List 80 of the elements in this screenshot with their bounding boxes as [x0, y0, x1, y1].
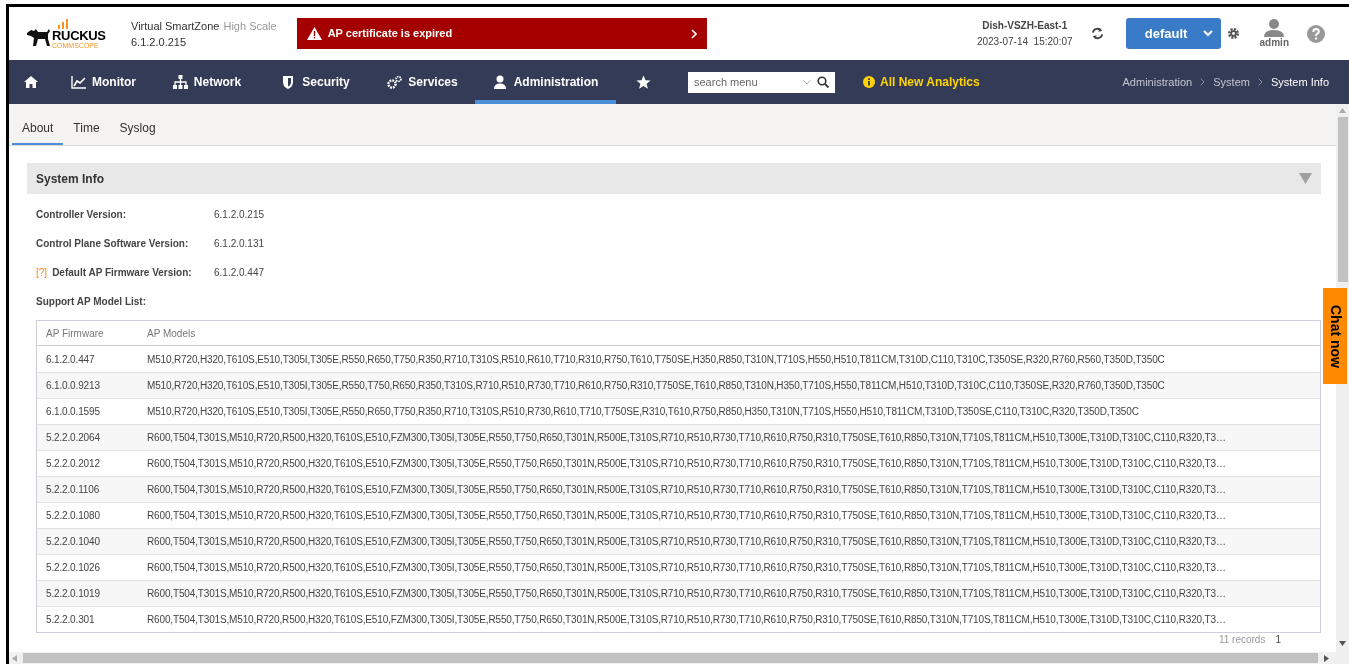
table-cell-text: 6.1.0.0.1595: [45, 405, 101, 419]
table-cell-text: R600,T504,T301S,M510,R720,R500,H320,T610S,E510,FZM300,T305I,T305E,R550,T750,R650,T301N,R500E,T310S,R710,R510,R730,T710,R610,R750,R310,T750SE,T610,R850,T310N,T710S,T811CM,H510,T300E,T310D,T310C,C110,R320,T3…: [146, 431, 1227, 445]
tab[interactable]: Time: [63, 119, 110, 145]
table-cell-text: R600,T504,T301S,M510,R720,R500,H320,T610S,E510,FZM300,T305I,T305E,R550,T750,R650,T301N,R500E,T310S,R710,R510,R730,T710,R610,R750,R310,T750SE,T610,R850,T310N,T710S,T811CM,H510,T300E,T310D,T310C,C110,R320,T3…: [146, 561, 1227, 575]
info-icon: [863, 76, 875, 88]
table-cell-text: R600,T504,T301S,M510,R720,R500,H320,T610S,E510,FZM300,T305I,T305E,R550,T750,R650,T301N,R500E,T310S,R710,R510,R730,T710,R610,R750,R310,T750SE,T610,R850,T310N,T710S,T811CM,H510,T300E,T310D,T310C,C110,R320,T3…: [146, 535, 1227, 549]
table-cell-text: 5.2.2.0.1040: [45, 535, 101, 549]
section-label: Support AP Model List:: [36, 295, 147, 309]
table-cell-text: 5.2.2.0.1019: [45, 587, 101, 601]
field-label: Default AP Firmware Version:: [52, 266, 192, 280]
column-header[interactable]: AP Models: [138, 325, 1320, 341]
chevron-down-icon: [803, 79, 811, 85]
user-icon[interactable]: [1264, 18, 1285, 37]
nav-tab[interactable]: Services: [370, 60, 475, 104]
user-icon: [492, 75, 508, 89]
domain-dropdown[interactable]: default: [1125, 18, 1221, 49]
chevron-right-icon: [1200, 78, 1206, 86]
nav-tab[interactable]: Monitor: [54, 60, 153, 104]
help-icon[interactable]: [1307, 24, 1325, 43]
nav-tab[interactable]: Network: [153, 60, 261, 104]
product-version: 6.1.2.0.215: [131, 34, 188, 50]
product-edition: High Scale: [223, 18, 277, 34]
chevron-right-icon: [1257, 78, 1263, 86]
table-cell-text: 5.2.2.0.1080: [45, 509, 101, 523]
field-label: Controller Version:: [36, 208, 126, 222]
search-field[interactable]: search menu: [688, 71, 835, 93]
table-cell-text: M510,R720,H320,T610S,E510,T305I,T305E,R550,T750,R650,R350,T310S,R710,R510,R730,T710,R610,R750,R310,T750SE,T610,R850,T310N,H350,T710S,H550,T811CM,H510,T310D,T310C,C110,T350SE,R320,R760,T350D,T350C: [146, 379, 1166, 393]
hierarchy-icon: [172, 75, 188, 89]
table-cell-text: 5.2.2.0.301: [45, 613, 96, 627]
column-header[interactable]: AP Firmware: [37, 325, 138, 341]
table-cell-text: R600,T504,T301S,M510,R720,R500,H320,T610S,E510,FZM300,T305I,T305E,R550,T750,R650,T301N,R500E,T310S,R710,R510,R730,T710,R610,R750,R310,T750SE,T610,R850,T310N,T710S,T811CM,H510,T300E,T310D,T310C,C110,R320,T3…: [146, 457, 1227, 471]
table-cell-text: 5.2.2.0.2064: [45, 431, 101, 445]
settings-icon[interactable]: [1226, 27, 1240, 40]
table-cell-text: 6.1.0.0.9213: [45, 379, 101, 393]
chevron-down-icon: [1202, 30, 1213, 37]
table-cell-text: R600,T504,T301S,M510,R720,R500,H320,T610S,E510,FZM300,T305I,T305E,R550,T750,R650,T301N,R500E,T310S,R710,R510,R730,T710,R610,R750,R310,T750SE,T610,R850,T310N,T710S,T811CM,H510,T300E,T310D,T310C,C110,R320,T3…: [146, 587, 1227, 601]
table-cell-text: 5.2.2.0.2012: [45, 457, 101, 471]
line-chart-icon: [71, 75, 86, 89]
chevron-right-icon: [690, 28, 697, 39]
arrow-down-icon: [1339, 641, 1346, 646]
table-cell-text: 6.1.2.0.447: [45, 352, 96, 367]
record-count: 11 records: [1218, 635, 1266, 645]
user-name[interactable]: admin: [1259, 36, 1289, 49]
scrollbar-thumb[interactable]: [1337, 117, 1348, 282]
horizontal-scrollbar[interactable]: [9, 652, 1349, 664]
analytics-link[interactable]: All New Analytics: [863, 73, 980, 91]
chat-button[interactable]: Chat now: [1323, 288, 1347, 384]
field-label: Control Plane Software Version:: [36, 237, 189, 251]
table-cell-text: M510,R720,H320,T610S,E510,T305I,T305E,R550,R650,T750,R350,R710,T310S,R510,R730,R610,T710,T750SE,R310,T610,R750,R850,H350,T310N,T710S,H550,H510,T811CM,T310D,T350SE,C110,T310C,R320,T350D,T350C: [146, 405, 1140, 419]
arrow-up-icon: [1339, 108, 1346, 113]
panel-header[interactable]: System Info: [27, 163, 1321, 194]
table-cell-text: 5.2.2.0.1106: [45, 483, 101, 497]
table-cell-text: R600,T504,T301S,M510,R720,R500,H320,T610S,E510,FZM300,T305I,T305E,R550,T750,R650,T301N,R500E,T310S,R710,R510,R730,T710,R610,R750,R310,T750SE,T610,R850,T310N,T710S,T811CM,H510,T300E,T310D,T310C,C110,R320,T3…: [146, 509, 1227, 523]
nav-tab[interactable]: Security: [261, 60, 370, 104]
field-value: 6.1.2.0.447: [214, 266, 265, 280]
table-cell-text: M510,R720,H320,T610S,E510,T305I,T305E,R550,R650,T750,R350,R710,T310S,R510,R610,T710,R310,R750,T610,T750SE,H350,R850,T310N,T710S,H550,H510,T811CM,T310D,C110,T310C,T350SE,R320,R760,R560,T350D,T350C: [146, 352, 1166, 367]
warning-icon: [306, 27, 322, 40]
date-time: 2023-07-14 15:20:07: [976, 34, 1073, 49]
table-cell-text: 5.2.2.0.1026: [45, 561, 101, 575]
alert-banner[interactable]: AP certificate is expired: [296, 18, 707, 49]
breadcrumb-item: System Info: [1270, 74, 1329, 90]
table-cell-text: R600,T504,T301S,M510,R720,R500,H320,T610S,E510,FZM300,T305I,T305E,R550,T750,R650,T301N,R500E,T310S,R710,R510,R730,T710,R610,R750,R310,T750SE,T610,R850,T310N,T710S,T811CM,H510,T300E,T310D,T310C,C110,R320,T3…: [146, 613, 1227, 627]
brand-name: RUCKUS: [52, 28, 106, 42]
table-cell-text: R600,T504,T301S,M510,R720,R500,H320,T610S,E510,FZM300,T305I,T305E,R550,T750,R650,T301N,R500E,T310S,R710,R510,R730,T710,R610,R750,R310,T750SE,T610,R850,T310N,T710S,T811CM,H510,T300E,T310D,T310C,C110,R320,T3…: [146, 483, 1227, 497]
tab[interactable]: Syslog: [109, 119, 166, 145]
field-value: 6.1.2.0.215: [214, 208, 265, 222]
signal-bars-icon: [58, 18, 68, 29]
breadcrumb-item[interactable]: System: [1213, 73, 1250, 91]
tab[interactable]: About: [12, 119, 64, 145]
gears-icon: [387, 75, 403, 89]
field-value: 6.1.2.0.131: [214, 237, 265, 251]
arrow-left-icon: [12, 654, 17, 662]
collapse-triangle-icon: [1299, 173, 1312, 184]
search-icon[interactable]: [817, 75, 829, 88]
cluster-name: Dish-VSZH-East-1: [982, 18, 1068, 33]
product-name: Virtual SmartZone: [131, 18, 220, 34]
page-number[interactable]: 1: [1275, 635, 1281, 645]
breadcrumb-item[interactable]: Administration: [1122, 73, 1193, 91]
arrow-right-icon: [1324, 654, 1329, 662]
refresh-icon[interactable]: [1090, 27, 1104, 40]
